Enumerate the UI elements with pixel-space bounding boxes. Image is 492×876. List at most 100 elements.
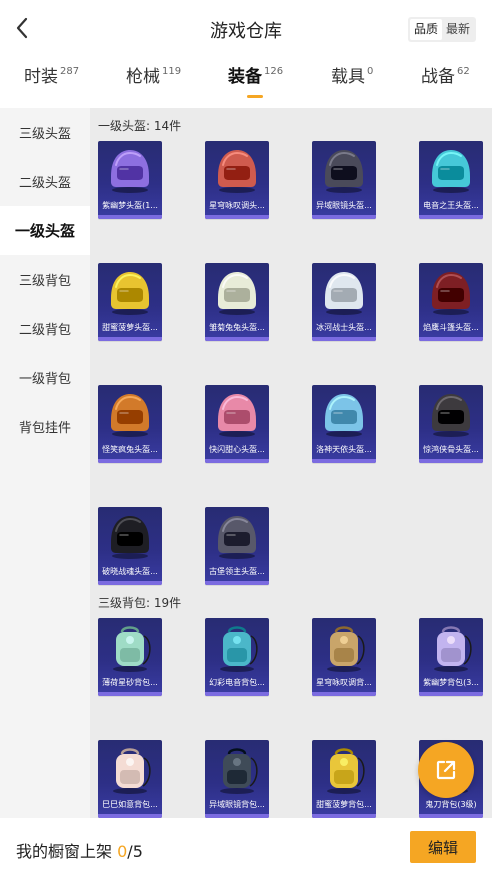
tab-label: 战备 [421, 67, 455, 87]
item-card[interactable]: 洛神天依头盔... [312, 385, 376, 463]
tab-vehicles[interactable]: 载具 0 [331, 62, 373, 106]
item-name: 怪笑疯兔头盔... [102, 445, 158, 454]
rarity-bar [205, 581, 269, 585]
item-name: 雏菊兔兔头盔... [209, 323, 265, 332]
item-name: 薄荷星砂背包... [102, 678, 158, 687]
backpack-icon [312, 618, 376, 676]
item-card[interactable]: 电音之王头盔... [419, 141, 483, 219]
sidebar-item-level2-backpack[interactable]: 二级背包 [0, 304, 90, 353]
helmet-icon [98, 141, 162, 199]
item-card[interactable]: 冰河战士头盔... [312, 263, 376, 341]
sidebar-item-level2-helmet[interactable]: 二级头盔 [0, 157, 90, 206]
sidebar-item-level1-helmet[interactable]: 一级头盔 [0, 206, 90, 255]
showcase-total-count: /5 [127, 842, 143, 861]
rarity-bar [312, 459, 376, 463]
rarity-bar [205, 692, 269, 696]
item-card[interactable]: 幻彩电音背包... [205, 618, 269, 696]
tab-count: 119 [162, 66, 182, 77]
item-card[interactable]: 异域眼镜背包... [205, 740, 269, 818]
edit-button[interactable]: 编辑 [410, 831, 476, 863]
item-name: 焰鹰斗篷头盔... [423, 323, 479, 332]
item-name: 破晓战魂头盔... [102, 567, 158, 576]
item-card[interactable]: 快闪甜心头盔... [205, 385, 269, 463]
item-name: 电音之王头盔... [423, 201, 479, 210]
helmet-icon [419, 385, 483, 443]
rarity-bar [98, 692, 162, 696]
helmet-icon [312, 385, 376, 443]
item-name: 古堡领主头盔... [209, 567, 265, 576]
tab-guns[interactable]: 枪械 119 [126, 62, 181, 106]
rarity-bar [312, 692, 376, 696]
item-name: 紫幽梦头盔(1... [102, 201, 158, 210]
item-card[interactable]: 焰鹰斗篷头盔... [419, 263, 483, 341]
helmet-icon [312, 141, 376, 199]
showcase-status: 我的橱窗上架 0/5 [16, 838, 143, 862]
item-card[interactable]: 异域眼镜头盔... [312, 141, 376, 219]
backpack-icon [98, 618, 162, 676]
sidebar-item-level3-helmet[interactable]: 三级头盔 [0, 108, 90, 157]
rarity-bar [205, 215, 269, 219]
tab-count: 126 [264, 66, 284, 77]
item-name: 甜蜜菠萝背包... [316, 800, 372, 809]
item-card[interactable]: 古堡领主头盔... [205, 507, 269, 585]
sort-toggle: 品质 最新 [407, 17, 476, 42]
tab-count: 0 [367, 66, 374, 77]
backpack-icon [312, 740, 376, 798]
showcase-label: 我的橱窗上架 [16, 842, 113, 861]
item-card[interactable]: 甜蜜菠萝头盔... [98, 263, 162, 341]
item-card[interactable]: 薄荷星砂背包... [98, 618, 162, 696]
backpack-icon [205, 618, 269, 676]
item-name: 鬼刀背包(3级) [425, 800, 477, 809]
item-card[interactable]: 破晓战魂头盔... [98, 507, 162, 585]
rarity-bar [98, 459, 162, 463]
sort-quality-option[interactable]: 品质 [409, 19, 442, 40]
share-button[interactable] [418, 742, 474, 798]
item-card[interactable]: 甜蜜菠萝背包... [312, 740, 376, 818]
sidebar: 三级头盔 二级头盔 一级头盔 三级背包 二级背包 一级背包 背包挂件 [0, 108, 90, 818]
item-card[interactable]: 巳巳如意背包... [98, 740, 162, 818]
tab-supplies[interactable]: 战备 62 [421, 62, 470, 106]
item-card[interactable]: 怪笑疯兔头盔... [98, 385, 162, 463]
sidebar-item-level1-backpack[interactable]: 一级背包 [0, 353, 90, 402]
sidebar-item-backpack-charm[interactable]: 背包挂件 [0, 402, 90, 451]
tab-label: 枪械 [126, 67, 160, 87]
rarity-bar [419, 215, 483, 219]
item-name: 紫幽梦背包(3... [423, 678, 479, 687]
section-title-backpacks: 三级背包: 19件 [98, 596, 182, 610]
item-card[interactable]: 雏菊兔兔头盔... [205, 263, 269, 341]
item-card[interactable]: 星穹咏叹调头... [205, 141, 269, 219]
category-tabs: 时装 287 枪械 119 装备 126 载具 0 战备 62 [0, 62, 492, 106]
helmet-icon [98, 507, 162, 565]
active-tab-indicator [247, 95, 263, 98]
sort-latest-option[interactable]: 最新 [442, 19, 474, 40]
item-card[interactable]: 惊鸿侠骨头盔... [419, 385, 483, 463]
backpack-icon [205, 740, 269, 798]
item-name: 星穹咏叹调头... [209, 201, 265, 210]
item-name: 幻彩电音背包... [209, 678, 265, 687]
helmet-icon [419, 263, 483, 321]
item-name: 星穹咏叹调背... [316, 678, 372, 687]
item-card[interactable]: 星穹咏叹调背... [312, 618, 376, 696]
item-card[interactable]: 紫幽梦头盔(1... [98, 141, 162, 219]
tab-label: 载具 [331, 67, 365, 87]
rarity-bar [98, 581, 162, 585]
backpack-icon [419, 618, 483, 676]
helmet-icon [205, 507, 269, 565]
rarity-bar [312, 215, 376, 219]
tab-equipment[interactable]: 装备 126 [228, 62, 283, 106]
tab-fashion[interactable]: 时装 287 [24, 62, 79, 106]
rarity-bar [312, 337, 376, 341]
tab-label: 装备 [228, 67, 262, 87]
helmet-icon [419, 141, 483, 199]
external-link-icon [436, 760, 456, 780]
item-card[interactable]: 紫幽梦背包(3... [419, 618, 483, 696]
helmet-icon [205, 141, 269, 199]
rarity-bar [419, 692, 483, 696]
item-grid: 一级头盔: 14件 紫幽梦头盔(1... 星穹咏叹调头... 异域眼镜头盔... [90, 108, 492, 818]
rarity-bar [98, 337, 162, 341]
item-name: 洛神天依头盔... [316, 445, 372, 454]
sidebar-item-level3-backpack[interactable]: 三级背包 [0, 255, 90, 304]
rarity-bar [205, 337, 269, 341]
item-name: 冰河战士头盔... [316, 323, 372, 332]
backpack-icon [98, 740, 162, 798]
